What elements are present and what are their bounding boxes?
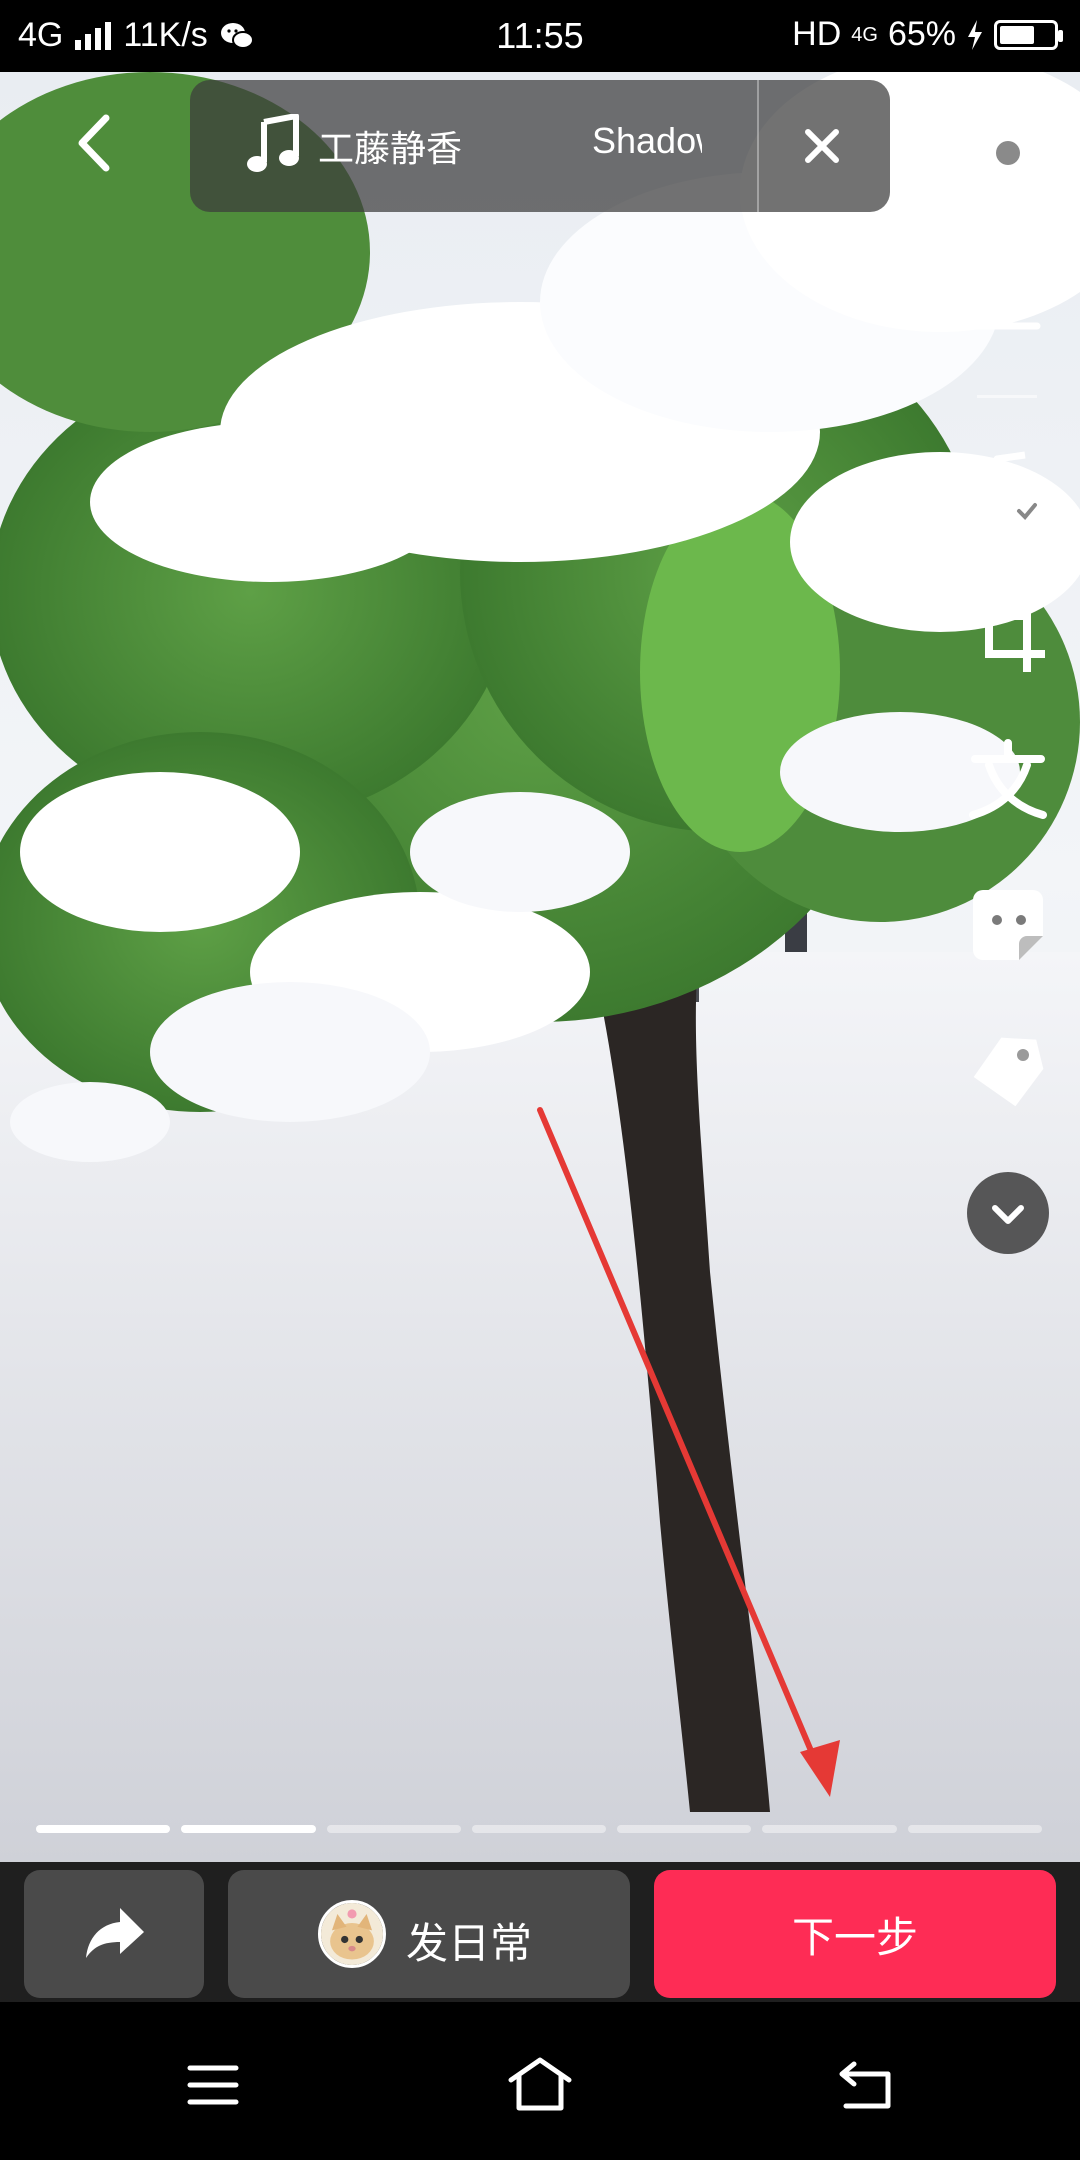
music-note-icon [247,114,299,172]
system-nav-bar [0,2002,1080,2160]
music-selector[interactable]: 工藤静香 Shadow [190,80,890,212]
music-button[interactable] [963,445,1053,535]
battery-icon [994,19,1063,50]
tag-button[interactable] [963,1025,1053,1115]
download-icon [975,256,1041,330]
more-tools-button[interactable] [963,1168,1053,1258]
music-artist: 工藤静香 [318,128,463,169]
home-icon[interactable] [505,2050,575,2120]
snow-tree-scene [0,72,1080,1862]
charging-icon [968,19,982,50]
chevron-left-icon [78,114,110,172]
download-button[interactable] [963,250,1053,340]
music-song-title: Shadow [592,120,702,161]
sticker-icon [973,890,1043,960]
share-icon [86,1908,144,1958]
progress-segment [181,1825,316,1833]
clip-progress [36,1825,1042,1833]
settings-icon [971,116,1045,190]
close-music-button[interactable] [790,114,854,178]
hd-label: HD [792,15,842,53]
music-divider [757,80,759,212]
sticker-button[interactable] [963,880,1053,970]
menu-icon[interactable] [178,2050,248,2120]
cat-avatar-image [321,1903,383,1965]
back-button[interactable] [60,108,130,178]
music-check-icon [975,451,1043,527]
network-right-label: 4G [851,23,878,46]
progress-segment [326,1825,461,1833]
post-daily-button[interactable]: 发日常 [228,1870,630,1998]
status-bar: 4G 11K/s 11:55 HD 4G 65% [0,0,1080,72]
action-bar: 发日常 下一步 [0,1862,1080,2002]
screen: 4G 11K/s 11:55 HD 4G 65% 工藤静香 Shado 发日常 … [0,0,1080,2160]
progress-segment [36,1825,171,1833]
next-step-button[interactable]: 下一步 [654,1870,1056,1998]
progress-segment [762,1825,897,1833]
chevron-down-icon [967,1172,1049,1254]
crop-icon [971,598,1045,672]
avatar [318,1900,386,1968]
video-preview[interactable] [0,72,1080,1862]
tag-icon [973,1037,1044,1107]
progress-segment [907,1825,1042,1833]
back-nav-icon[interactable] [832,2050,902,2120]
toolbar-divider [977,395,1037,398]
battery-percent: 65% [887,15,956,53]
share-button[interactable] [24,1870,204,1998]
post-daily-label: 发日常 [406,1920,533,1967]
crop-button[interactable] [963,590,1053,680]
text-icon [969,739,1047,819]
progress-segment [471,1825,607,1833]
settings-button[interactable] [963,108,1053,198]
text-button[interactable] [963,735,1053,825]
progress-segment [617,1825,752,1833]
